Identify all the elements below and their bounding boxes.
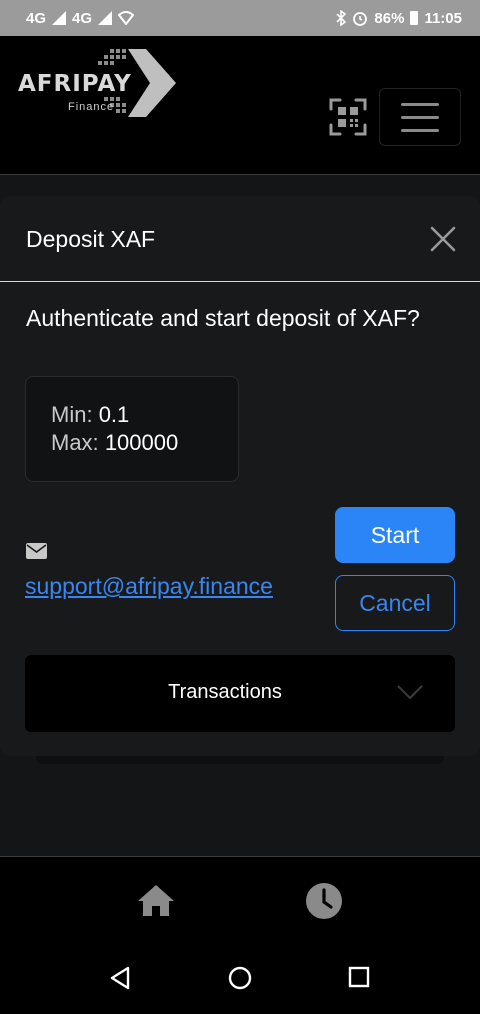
bottom-navigation [0, 856, 480, 941]
logo-name: AFRIPAY [18, 71, 132, 97]
status-left: 4G 4G [26, 9, 135, 27]
nav-recent-icon[interactable] [348, 966, 370, 988]
qr-code-icon [329, 98, 367, 136]
max-row: Max: 100000 [51, 429, 238, 457]
status-bar: 4G 4G 86% 11:05 [0, 0, 480, 36]
support-email-link[interactable]: support@afripay.finance [25, 573, 273, 600]
afripay-logo[interactable]: AFRIPAY Finance [18, 45, 178, 125]
battery-icon [410, 11, 419, 25]
home-icon[interactable] [137, 883, 175, 917]
max-label: Max: [51, 430, 99, 455]
status-right: 86% 11:05 [336, 10, 462, 27]
signal-icon [52, 11, 67, 25]
qr-scan-button[interactable] [328, 97, 368, 137]
hamburger-menu-icon [401, 128, 439, 132]
modal-divider [0, 281, 480, 282]
wifi-icon [118, 11, 135, 25]
modal-title: Deposit XAF [26, 226, 156, 252]
clock-icon[interactable] [305, 882, 343, 920]
min-row: Min: 0.1 [51, 401, 238, 429]
logo-subtitle: Finance [68, 101, 115, 113]
alarm-icon [353, 12, 368, 26]
transactions-accordion[interactable]: Transactions [25, 655, 455, 732]
battery-percent: 86% [374, 9, 405, 27]
transactions-label: Transactions [168, 681, 282, 703]
envelope-icon [26, 543, 47, 559]
min-label: Min: [51, 402, 93, 427]
close-icon[interactable] [428, 224, 458, 254]
min-value: 0.1 [98, 402, 130, 427]
network-type-1: 4G [26, 9, 47, 27]
chevron-down-icon [397, 685, 423, 699]
max-value: 100000 [104, 430, 179, 455]
hamburger-menu-button[interactable] [379, 88, 461, 146]
network-type-2: 4G [72, 9, 93, 27]
clock-time: 11:05 [424, 9, 462, 27]
signal-icon [98, 11, 113, 25]
limits-box: Min: 0.1 Max: 100000 [25, 376, 239, 482]
deposit-question: Authenticate and start deposit of XAF? [26, 305, 420, 331]
hamburger-menu-icon [401, 102, 439, 106]
bluetooth-icon [336, 10, 347, 26]
start-button[interactable]: Start [335, 507, 455, 563]
hamburger-menu-icon [401, 115, 439, 119]
nav-home-icon[interactable] [228, 966, 252, 990]
nav-back-icon[interactable] [108, 966, 132, 990]
cancel-button[interactable]: Cancel [335, 575, 455, 631]
